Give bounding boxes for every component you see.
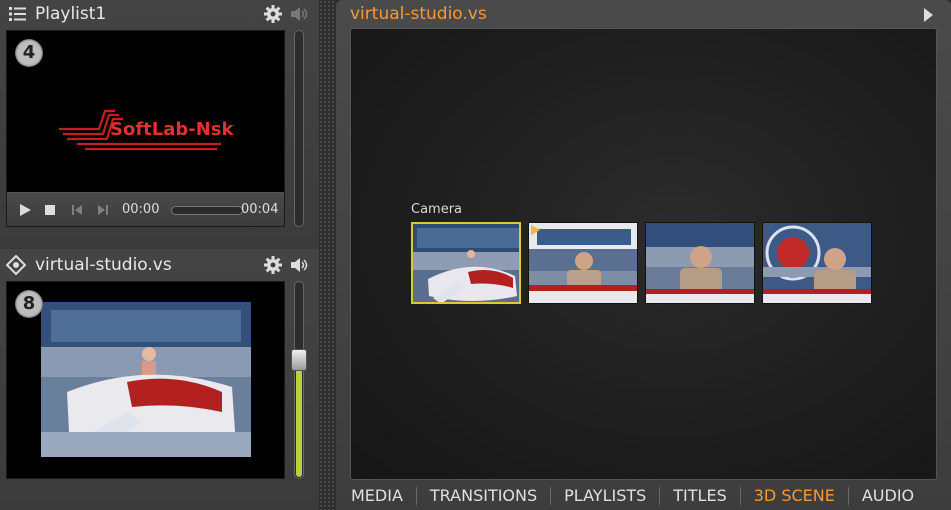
tab-titles[interactable]: TITLES (659, 486, 739, 505)
time-total: 00:04 (241, 202, 279, 217)
bottom-tabs: MEDIA TRANSITIONS PLAYLISTS TITLES 3D SC… (336, 481, 951, 510)
speaker-muted-icon[interactable] (289, 4, 309, 24)
tab-3d-scene[interactable]: 3D SCENE (739, 486, 848, 505)
time-current: 00:00 (122, 202, 160, 217)
expand-arrow-icon[interactable] (924, 8, 933, 22)
playlist-title: Playlist1 (35, 4, 107, 24)
playlist-volume-slider[interactable] (294, 30, 304, 227)
transport-controls: 00:00 00:04 (7, 192, 284, 226)
stop-icon[interactable] (42, 202, 58, 218)
scene-editor-title: virtual-studio.vs (350, 4, 487, 24)
volume-knob[interactable] (291, 349, 307, 371)
scene-panel: virtual-studio.vs 8 (0, 249, 319, 510)
diamond-icon[interactable] (6, 255, 26, 275)
playlist-header: Playlist1 (0, 0, 319, 28)
camera-thumbnail-4[interactable] (762, 222, 872, 304)
scene-volume-slider[interactable] (291, 281, 307, 479)
panel-splitter[interactable] (319, 0, 336, 510)
camera-thumbnail-2[interactable] (528, 222, 638, 304)
playlist-preview[interactable]: SoftLab-Nsk 4 00:00 00:04 (6, 30, 285, 227)
playlist-panel: Playlist1 SoftLab-Nsk 4 00:00 00:04 (0, 0, 319, 245)
gear-icon[interactable] (263, 255, 283, 275)
gear-icon[interactable] (263, 4, 283, 24)
playlist-badge: 4 (15, 39, 43, 67)
play-icon[interactable] (17, 202, 33, 218)
speaker-icon[interactable] (289, 255, 309, 275)
scene-stage: Camera (350, 28, 937, 480)
virtual-studio-preview-image (7, 282, 284, 478)
camera-3-image (646, 223, 754, 303)
tab-media[interactable]: MEDIA (336, 486, 416, 505)
camera-2-image (529, 223, 637, 303)
softlab-logo: SoftLab-Nsk (7, 51, 284, 191)
camera-1-image (413, 224, 519, 302)
list-icon[interactable] (8, 4, 28, 24)
progress-bar[interactable] (171, 206, 243, 215)
logo-text: SoftLab-Nsk (110, 119, 235, 140)
scene-badge: 8 (15, 290, 43, 318)
camera-4-image (763, 223, 871, 303)
camera-thumbnail-3[interactable] (645, 222, 755, 304)
left-column: Playlist1 SoftLab-Nsk 4 00:00 00:04 virt… (0, 0, 319, 510)
scene-title: virtual-studio.vs (35, 255, 172, 275)
next-icon[interactable] (95, 202, 111, 218)
previous-icon[interactable] (69, 202, 85, 218)
camera-thumbnail-1[interactable] (411, 222, 521, 304)
tab-playlists[interactable]: PLAYLISTS (550, 486, 659, 505)
scene-header: virtual-studio.vs (0, 251, 319, 279)
tab-transitions[interactable]: TRANSITIONS (415, 486, 550, 505)
tab-audio[interactable]: AUDIO (847, 486, 927, 505)
volume-level (296, 359, 302, 477)
scene-preview[interactable]: 8 (6, 281, 285, 479)
camera-label: Camera (411, 202, 463, 217)
scene-editor-panel: virtual-studio.vs Camera MEDIA TRANSITIO… (336, 0, 951, 510)
